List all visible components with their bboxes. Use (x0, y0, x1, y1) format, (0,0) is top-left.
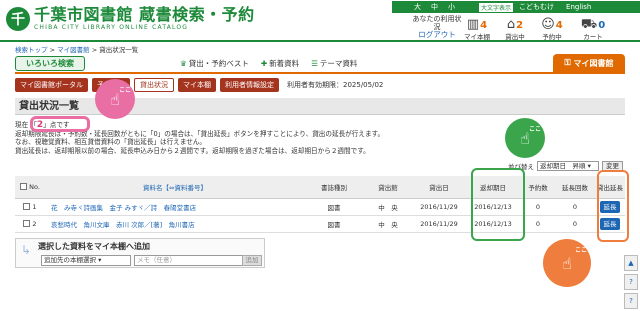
page: 千 千葉市図書館 蔵書検索・予約 CHIBA CITY LIBRARY ONLI… (0, 0, 640, 311)
row-checkbox[interactable] (23, 203, 31, 210)
item-title-link[interactable]: 花 み寺ヾ詩画集 金子 みすヾ／詩 春陽堂書店 (45, 198, 305, 216)
mybookshelf-button[interactable]: マイ本棚 (178, 78, 216, 92)
due-date-highlight (471, 168, 525, 241)
memo-input[interactable]: メモ（任意） (134, 255, 256, 266)
user-settings-button[interactable]: 利用者情報設定 (220, 78, 279, 92)
scroll-top-button[interactable]: ▲ (624, 255, 638, 271)
site-logo[interactable]: 千 千葉市図書館 蔵書検索・予約 CHIBA CITY LIBRARY ONLI… (6, 6, 255, 32)
add-panel-title: 選択した資料をマイ本棚へ追加 (38, 242, 150, 251)
top-utility-bar: 大 中 小 大文字表示 こどもむけ English (392, 1, 640, 13)
nav-links: ♛ 貸出・予約ベスト ✚ 新着資料 ☰ テーマ資料 (180, 58, 357, 69)
col-library: 貸出館 (363, 176, 413, 199)
font-size-small[interactable]: 小 (448, 2, 455, 12)
font-size-large[interactable]: 大 (414, 2, 421, 12)
col-type: 書誌種別 (305, 176, 363, 199)
logo-mark-icon: 千 (6, 7, 30, 31)
bookshelf-select[interactable]: 追加先の本棚選択 ▾ (41, 255, 131, 266)
mylibrary-subnav: マイ図書館ポータル 予約状況 貸出状況 マイ本棚 利用者情報設定 利用者有効期限… (15, 78, 383, 92)
count-highlight (30, 116, 90, 132)
tab-mylibrary[interactable]: ⚿ マイ図書館 (553, 54, 625, 72)
list-icon: ☰ (311, 59, 318, 68)
col-title[interactable]: 資料名【⇔資料番号】 (45, 176, 305, 199)
turn-arrow-icon: ↳ (21, 243, 32, 257)
loan-info: 現在 「2」点です 返却期限延長は・予約数・延長回数がともに「0」の場合は、「貸… (15, 121, 515, 155)
nav-divider (15, 72, 625, 74)
user-status-box: あなたの利用状況 ログアウト (412, 15, 462, 39)
header-divider (0, 40, 640, 42)
logout-link[interactable]: ログアウト (412, 31, 462, 39)
cart-icon: ⛟ (580, 17, 598, 32)
renew-highlight (597, 170, 629, 242)
big-char-toggle[interactable]: 大文字表示 (479, 2, 514, 12)
item-title-link[interactable]: 哀愁時代 角川文庫 赤川 次郎／[著] 角川書店 (45, 215, 305, 233)
kids-link[interactable]: こどもむけ (519, 2, 554, 12)
info-line: なお、視聴覚資料、相互貸借資料の「貸出延長」は行えません。 (15, 138, 207, 146)
house-icon: ⌂ (506, 17, 516, 32)
pointing-hand-icon: ☝ (562, 253, 572, 273)
table-row: 2 哀愁時代 角川文庫 赤川 次郎／[著] 角川書店 図書 中 央 2016/1… (15, 215, 625, 233)
nav-theme[interactable]: ☰ テーマ資料 (311, 58, 357, 69)
site-title: 千葉市図書館 蔵書検索・予約 (34, 5, 255, 24)
col-extensions: 延長回数 (555, 176, 595, 199)
site-subtitle: CHIBA CITY LIBRARY ONLINE CATALOG (34, 24, 189, 31)
pointer-callout: ☝ ここ (95, 79, 135, 119)
header-mybookshelf[interactable]: ▥ 4 マイ本棚 (462, 15, 492, 41)
breadcrumb-mypage[interactable]: マイ図書館 (57, 46, 90, 54)
nav-best[interactable]: ♛ 貸出・予約ベスト (180, 58, 249, 69)
add-to-bookshelf-panel: ↳ 選択した資料をマイ本棚へ追加 追加先の本棚選択 ▾ メモ（任意） 追加 (15, 238, 265, 268)
sort-select[interactable]: 返却期日 昇順 ▾ (537, 161, 599, 171)
user-status-label: あなたの利用状況 (412, 15, 462, 31)
header-cart[interactable]: ⛟ 0 カート (578, 15, 608, 41)
bookshelf-icon: ▥ (466, 17, 480, 32)
breadcrumb-current: 貸出状況一覧 (99, 46, 139, 54)
loan-status-button[interactable]: 貸出状況 (134, 78, 174, 92)
font-size-medium[interactable]: 中 (431, 2, 438, 12)
side-buttons: ▲ ? ? (624, 255, 638, 311)
pointer-callout: ☝ ここ (505, 118, 545, 158)
select-all-checkbox[interactable] (20, 183, 28, 191)
help-button[interactable]: ? (624, 293, 638, 309)
row-checkbox[interactable] (23, 220, 31, 227)
lock-icon: ⚿ (564, 58, 571, 67)
trophy-icon: ♛ (180, 59, 187, 68)
help-button[interactable]: ? (624, 274, 638, 290)
plus-icon: ✚ (260, 59, 268, 68)
col-no: No. (15, 176, 45, 199)
header-loans[interactable]: ⌂ 2 貸出中 (500, 15, 530, 41)
col-loan-date: 貸出日 (413, 176, 465, 199)
person-icon: ☺ (541, 17, 555, 32)
breadcrumb: 検索トップ > マイ図書館 > 貸出状況一覧 (15, 46, 139, 54)
loan-table: No. 資料名【⇔資料番号】 書誌種別 貸出館 貸出日 返却期日 予約数 延長回… (15, 176, 625, 233)
advanced-search-button[interactable]: いろいろ検索 (15, 56, 85, 71)
info-line: 貸出延長は、返却期限以前の場合、延長申込み日から２週間です。返却期限を過ぎた場合… (15, 146, 370, 155)
nav-new[interactable]: ✚ 新着資料 (261, 58, 299, 69)
col-reserve: 予約数 (521, 176, 555, 199)
pointer-callout: ☝ ここ (543, 239, 591, 287)
breadcrumb-home[interactable]: 検索トップ (15, 46, 48, 54)
expiry-date: 利用者有効期限：2025/05/02 (287, 81, 384, 89)
table-row: 1 花 み寺ヾ詩画集 金子 みすヾ／詩 春陽堂書店 図書 中 央 2016/11… (15, 198, 625, 216)
header-reservations[interactable]: ☺ 4 予約中 (537, 15, 567, 41)
add-button[interactable]: 追加 (242, 255, 262, 266)
portal-button[interactable]: マイ図書館ポータル (15, 78, 88, 92)
english-link[interactable]: English (566, 3, 591, 11)
info-line: 返却期限延長は・予約数・延長回数がともに「0」の場合は、「貸出延長」ボタンを押す… (15, 129, 385, 138)
